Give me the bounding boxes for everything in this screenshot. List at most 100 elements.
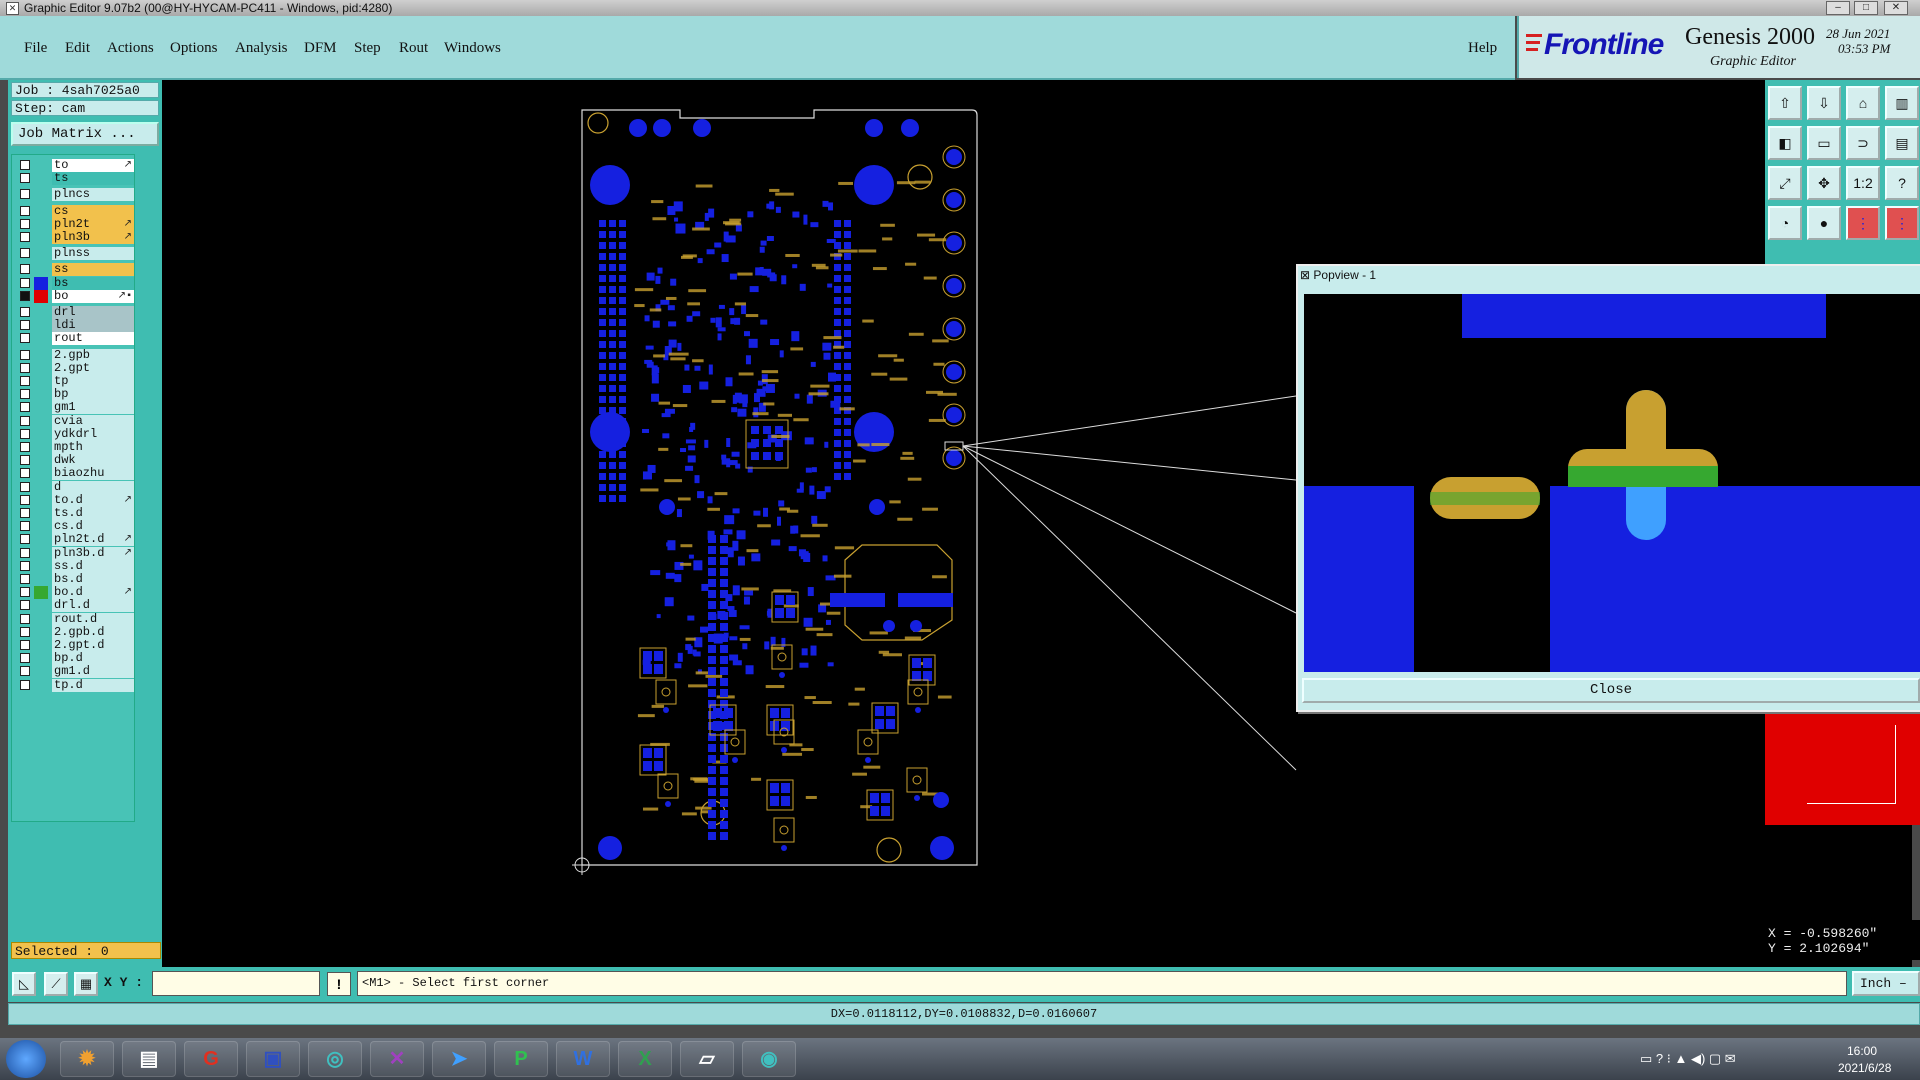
layer-row-d[interactable]: d [15, 480, 134, 494]
layer-name[interactable]: bp.d [52, 652, 134, 666]
layer-checkbox[interactable] [20, 534, 30, 545]
layer-checkbox[interactable] [20, 653, 30, 664]
layer-name[interactable]: gm1 [52, 401, 134, 415]
layer-checkbox[interactable] [20, 173, 30, 184]
layer-row-2-gpb[interactable]: 2.gpb [15, 348, 134, 362]
layer-name[interactable]: biaozhu [52, 467, 134, 481]
taskbar-app-11[interactable]: ▱ [680, 1041, 734, 1077]
layer-name[interactable]: drl [52, 306, 134, 319]
list-icon[interactable]: ▤ [1885, 126, 1919, 160]
layer-name[interactable]: gm1.d [52, 665, 134, 679]
layer-row-bo[interactable]: bo ↗▪ [15, 289, 134, 303]
popview-close-button[interactable]: Close [1302, 678, 1920, 703]
layer-row-tp[interactable]: tp [15, 375, 134, 388]
xy-input[interactable] [152, 971, 320, 996]
menu-analysis[interactable]: Analysis [235, 40, 288, 57]
layer-checkbox[interactable] [20, 264, 30, 275]
layer-checkbox[interactable] [20, 232, 30, 242]
layer-checkbox[interactable] [20, 205, 30, 216]
layer-name[interactable]: 2.gpb [52, 348, 134, 362]
layer-checkbox[interactable] [20, 521, 30, 532]
taskbar-app-8[interactable]: P [494, 1041, 548, 1077]
layer-checkbox[interactable] [20, 574, 30, 584]
scale-icon[interactable]: 1:2 [1846, 166, 1880, 200]
layers2-icon[interactable]: ⋮ [1885, 206, 1919, 240]
maximize-button[interactable]: □ [1854, 1, 1878, 15]
zoom-icon[interactable]: ✥ [1807, 166, 1841, 200]
layer-name[interactable]: plncs [52, 188, 134, 202]
layer-name[interactable]: pln3b ↗ [52, 231, 134, 244]
layer-row-2-gpt[interactable]: 2.gpt [15, 361, 134, 375]
layer-name[interactable]: tp [52, 375, 134, 388]
highlight-icon[interactable]: ● [1807, 206, 1841, 240]
fit-icon[interactable]: ⤢ [1768, 166, 1802, 200]
layer-checkbox[interactable] [20, 560, 30, 571]
menu-dfm[interactable]: DFM [304, 40, 337, 57]
layer-row-2-gpt-d[interactable]: 2.gpt.d [15, 639, 134, 652]
layer-row-rout-d[interactable]: rout.d [15, 612, 134, 626]
left-icon[interactable]: ◧ [1768, 126, 1802, 160]
help-icon[interactable]: ? [1885, 166, 1919, 200]
layer-row-cvia[interactable]: cvia [15, 414, 134, 428]
layer-row-rout[interactable]: rout [15, 332, 134, 346]
layer-checkbox[interactable] [20, 666, 30, 677]
layer-name[interactable]: ts.d [52, 507, 134, 520]
taskbar-app-4[interactable]: ▣ [246, 1041, 300, 1077]
layer-row-ldi[interactable]: ldi [15, 319, 134, 333]
layer-row-ss[interactable]: ss [15, 263, 134, 277]
layer-checkbox[interactable] [20, 307, 30, 317]
layer-name[interactable]: 2.gpt [52, 361, 134, 375]
layers-icon[interactable]: ⋮ [1846, 206, 1880, 240]
snap-icon[interactable]: ⟋ [44, 972, 68, 996]
layer-checkbox[interactable] [20, 320, 30, 331]
layer-name[interactable]: bs.d [52, 573, 134, 586]
taskbar-app-1[interactable]: ✹ [60, 1041, 114, 1077]
layer-checkbox[interactable] [20, 494, 30, 505]
popview-close-icon[interactable]: ⊠ [1300, 268, 1310, 282]
layer-row-bs[interactable]: bs [15, 276, 134, 290]
taskbar-app-3[interactable]: G [184, 1041, 238, 1077]
layer-checkbox[interactable] [20, 428, 30, 439]
layer-row-to[interactable]: to ↗ [15, 159, 134, 172]
layer-name[interactable]: pln2t ↗ [52, 217, 134, 231]
layer-row-ss-d[interactable]: ss.d [15, 559, 134, 573]
undo-icon[interactable]: ⇧ [1768, 86, 1802, 120]
job-matrix-button[interactable]: Job Matrix ... [11, 122, 159, 146]
units-selector[interactable]: Inch – [1852, 971, 1920, 996]
layer-name[interactable]: dwk [52, 454, 134, 468]
close-window-button[interactable]: ✕ [1884, 1, 1908, 15]
warning-icon[interactable]: ! [327, 972, 351, 996]
taskbar-app-10[interactable]: X [618, 1041, 672, 1077]
layer-name[interactable]: plnss [52, 247, 134, 261]
layer-checkbox[interactable] [20, 218, 30, 229]
menu-file[interactable]: File [24, 40, 47, 57]
layer-name[interactable]: ss.d [52, 559, 134, 573]
layer-row-pln2t[interactable]: pln2t ↗ [15, 217, 134, 231]
layer-name[interactable]: rout [52, 332, 134, 346]
layer-name[interactable]: tp.d [52, 678, 134, 692]
layer-row-ydkdrl[interactable]: ydkdrl [15, 427, 134, 441]
layer-checkbox[interactable] [20, 547, 30, 558]
layer-checkbox[interactable] [20, 481, 30, 492]
layer-name[interactable]: cs [52, 204, 134, 218]
layout-icon[interactable]: ▥ [1885, 86, 1919, 120]
popview-canvas[interactable] [1304, 294, 1920, 672]
layer-checkbox[interactable] [20, 189, 30, 200]
redo-icon[interactable]: ⇩ [1807, 86, 1841, 120]
layer-row-bs-d[interactable]: bs.d [15, 573, 134, 586]
layer-checkbox[interactable] [20, 613, 30, 624]
layer-name[interactable]: bs [52, 276, 134, 290]
layer-name[interactable]: mpth [52, 441, 134, 454]
menu-edit[interactable]: Edit [65, 40, 90, 57]
layer-checkbox[interactable] [20, 640, 30, 650]
layer-checkbox[interactable] [20, 248, 30, 259]
menu-step[interactable]: Step [354, 40, 381, 57]
layer-row-ts-d[interactable]: ts.d [15, 507, 134, 520]
layer-row-2-gpb-d[interactable]: 2.gpb.d [15, 625, 134, 639]
taskbar-app-9[interactable]: W [556, 1041, 610, 1077]
taskbar-app-12[interactable]: ◉ [742, 1041, 796, 1077]
layer-checkbox[interactable] [20, 160, 30, 170]
layer-row-bp-d[interactable]: bp.d [15, 652, 134, 666]
snapshot-icon[interactable]: ◔ [1768, 206, 1802, 240]
layer-row-cs-d[interactable]: cs.d [15, 520, 134, 534]
